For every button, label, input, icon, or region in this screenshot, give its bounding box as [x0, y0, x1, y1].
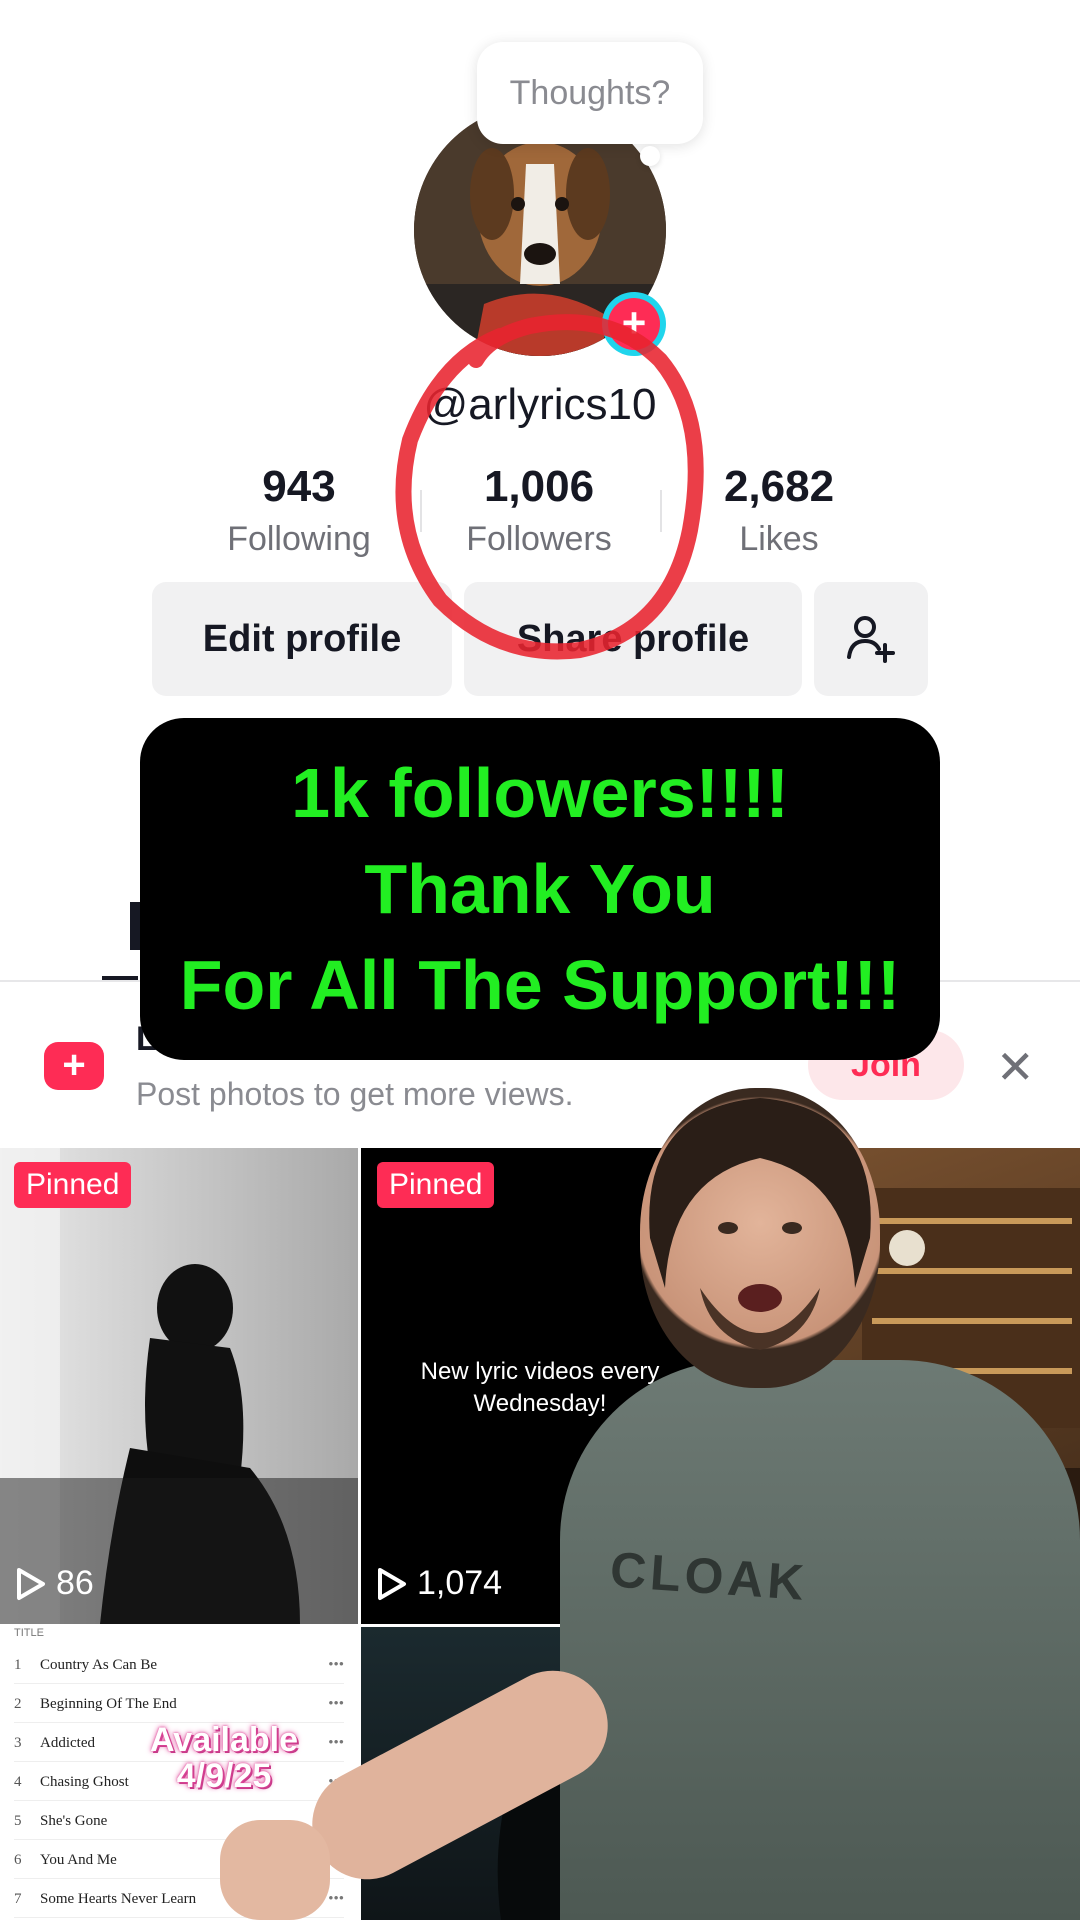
close-icon[interactable]: ✕	[996, 1040, 1035, 1094]
face-image	[649, 1098, 871, 1350]
view-count-value: 1,074	[417, 1564, 503, 1602]
video-thumbnail[interactable]: Pinned 86	[0, 1148, 358, 1624]
view-count: 86	[16, 1564, 94, 1603]
person-head	[640, 1088, 880, 1388]
view-count-value: 86	[56, 1564, 94, 1602]
stat-following[interactable]: 943 Following	[179, 462, 419, 559]
more-icon: •••	[328, 1695, 344, 1712]
tab-active-indicator	[102, 976, 138, 980]
more-icon: •••	[328, 1656, 344, 1673]
song-number: 3	[14, 1734, 22, 1751]
banner-subtitle: Post photos to get more views.	[136, 1076, 574, 1112]
song-title: Country As Can Be	[40, 1656, 158, 1673]
songlist-header: TITLE	[14, 1627, 44, 1639]
song-number: 6	[14, 1851, 22, 1868]
play-icon	[17, 1567, 45, 1600]
likes-count: 2,682	[723, 462, 835, 511]
person-overlay	[560, 1360, 1080, 1920]
stat-likes[interactable]: 2,682 Likes	[659, 462, 899, 559]
likes-label: Likes	[739, 520, 819, 558]
stat-followers[interactable]: 1,006 Followers	[419, 462, 659, 559]
thoughts-text: Thoughts?	[509, 73, 671, 112]
more-icon: •••	[328, 1890, 344, 1907]
grid-tab-icon[interactable]	[130, 902, 140, 950]
caption-overlay: 1k followers!!!! Thank You For All The S…	[140, 718, 940, 1060]
pinned-badge: Pinned	[377, 1162, 495, 1208]
thoughts-bubble[interactable]: Thoughts?	[477, 42, 703, 144]
song-number: 1	[14, 1656, 22, 1673]
person-fist	[220, 1820, 330, 1920]
pinned-badge: Pinned	[14, 1162, 132, 1208]
more-icon: •••	[328, 1734, 344, 1751]
available-text: Available	[150, 1721, 299, 1759]
add-avatar-button[interactable]: +	[602, 292, 666, 356]
release-overlay: Available 4/9/25	[150, 1722, 298, 1794]
play-icon	[378, 1567, 406, 1600]
song-title: Beginning Of The End	[40, 1695, 177, 1712]
song-number: 4	[14, 1773, 22, 1790]
share-profile-button[interactable]: Share profile	[464, 582, 802, 696]
woman-silhouette-image	[0, 1148, 358, 1624]
song-number: 5	[14, 1812, 22, 1829]
caption-line: 1k followers!!!!	[291, 754, 789, 832]
followers-count: 1,006	[483, 462, 595, 511]
caption-line: Thank You	[364, 850, 716, 928]
view-count: 1,074	[377, 1564, 502, 1603]
edit-profile-button[interactable]: Edit profile	[152, 582, 452, 696]
add-friend-button[interactable]	[814, 582, 928, 696]
release-date: 4/9/25	[176, 1757, 272, 1795]
photo-post-icon: +	[44, 1042, 104, 1090]
following-count: 943	[262, 462, 336, 511]
bubble-tail	[640, 146, 660, 166]
list-item: 2 Beginning Of The End •••	[14, 1686, 344, 1723]
username: @arlyrics10	[423, 380, 657, 429]
plus-icon: +	[608, 298, 660, 350]
following-label: Following	[227, 520, 371, 558]
add-person-icon	[847, 616, 895, 663]
song-number: 2	[14, 1695, 22, 1712]
list-item: 1 Country As Can Be •••	[14, 1647, 344, 1684]
share-profile-label: Share profile	[516, 617, 750, 660]
followers-label: Followers	[466, 520, 612, 558]
song-number: 7	[14, 1890, 22, 1907]
caption-line: For All The Support!!!	[179, 946, 901, 1024]
edit-profile-label: Edit profile	[202, 617, 402, 660]
